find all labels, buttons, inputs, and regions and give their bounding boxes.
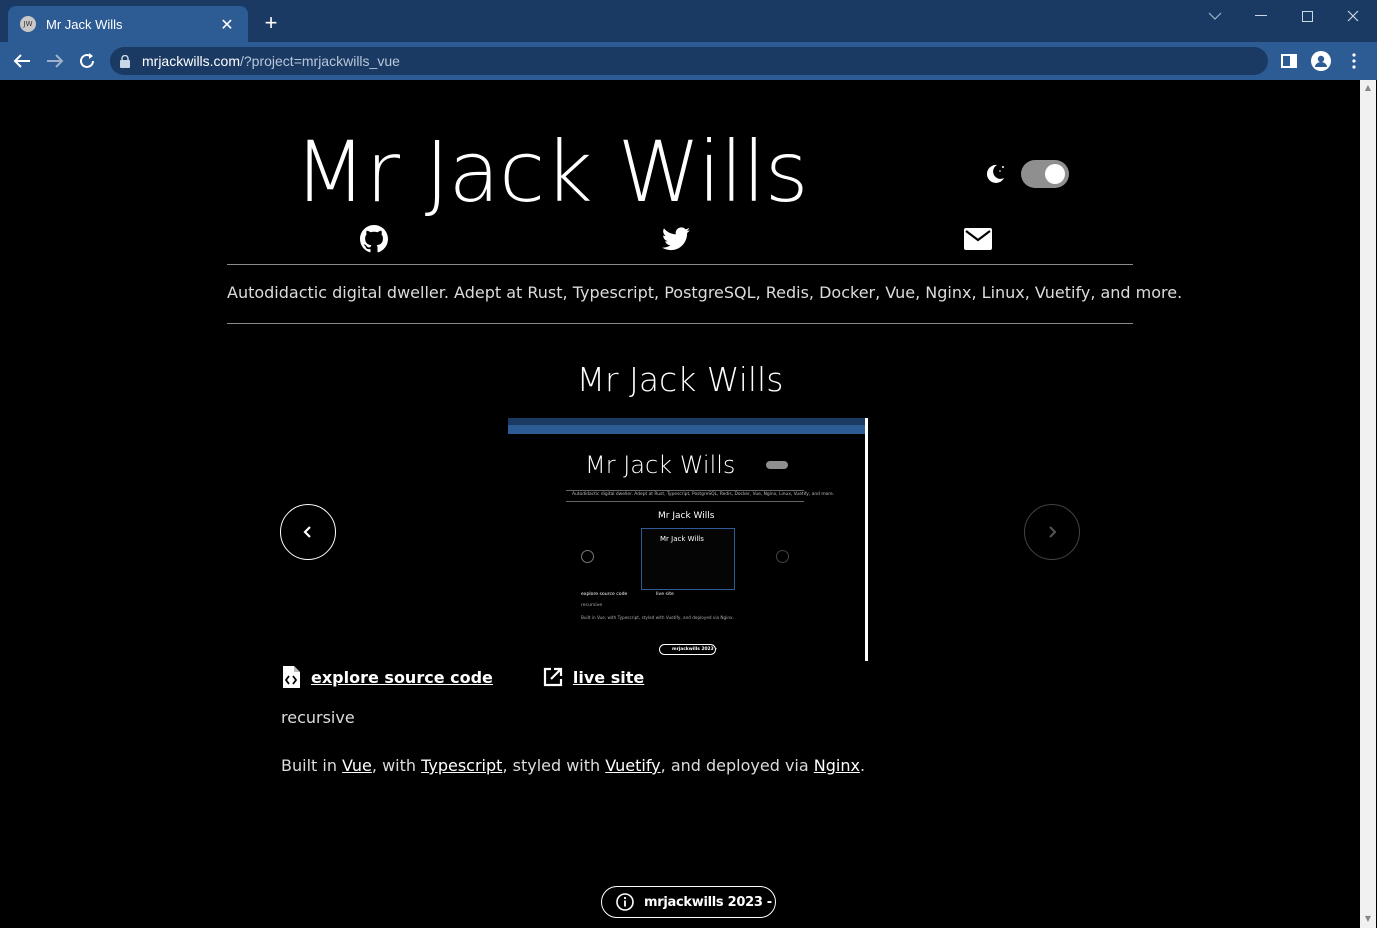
- built-suffix: .: [859, 756, 866, 775]
- maximize-icon[interactable]: [1292, 6, 1322, 26]
- forward-icon[interactable]: [43, 49, 67, 73]
- tech-typescript-link[interactable]: Typescript: [421, 756, 502, 775]
- divider-bottom: [227, 323, 1133, 324]
- screenshot-toggle: [766, 461, 788, 469]
- project-description: recursive: [281, 708, 355, 727]
- screenshot-rule-top: [566, 490, 804, 491]
- tech-nginx-link[interactable]: Nginx: [814, 756, 860, 775]
- page-scrollbar[interactable]: ▲ ▼: [1360, 80, 1376, 928]
- screenshot-tagline: Autodidactic digital dweller. Adept at R…: [572, 492, 835, 497]
- tab-search-icon[interactable]: [1200, 6, 1230, 26]
- scroll-down-icon[interactable]: ▼: [1364, 915, 1372, 923]
- screenshot-tabstrip: [508, 418, 865, 425]
- footer-text: mrjackwills 2023 -: [644, 894, 772, 910]
- scroll-up-icon[interactable]: ▲: [1364, 84, 1372, 92]
- external-link-icon: [543, 667, 563, 687]
- close-window-icon[interactable]: [1338, 6, 1368, 26]
- tech-vuetify-link[interactable]: Vuetify: [605, 756, 660, 775]
- project-links: explore source code live site: [281, 666, 644, 688]
- tab-title: Mr Jack Wills: [46, 16, 123, 32]
- screenshot-project-title: Mr Jack Wills: [658, 511, 715, 521]
- built-sep-2: , styled with: [502, 756, 606, 775]
- screenshot-title: Mr Jack Wills: [585, 451, 736, 479]
- menu-icon[interactable]: [1342, 49, 1366, 73]
- switch-knob: [1045, 164, 1065, 184]
- screenshot-inner-shot: Mr Jack Wills: [641, 528, 735, 590]
- github-icon[interactable]: [360, 225, 388, 253]
- built-sep-3: , and deployed via: [660, 756, 814, 775]
- theme-switch[interactable]: [1021, 160, 1069, 188]
- screenshot-inner-title: Mr Jack Wills: [660, 535, 704, 543]
- email-icon[interactable]: [964, 225, 992, 253]
- screenshot-source-link: explore source code: [581, 592, 628, 597]
- tab-close-icon[interactable]: ✕: [218, 15, 236, 34]
- screenshot-next-circle: [776, 550, 789, 563]
- favicon-icon: JW: [20, 16, 36, 32]
- browser-tab[interactable]: JW Mr Jack Wills ✕: [8, 6, 248, 42]
- screenshot-prev-circle: [581, 550, 594, 563]
- url-host: mrjackwills.com: [142, 53, 240, 69]
- built-prefix: Built in: [281, 756, 343, 775]
- minimize-icon[interactable]: [1246, 6, 1276, 26]
- screenshot-live-link: live site: [656, 592, 674, 597]
- reload-icon[interactable]: [75, 49, 99, 73]
- screenshot-toolbar: [508, 425, 865, 434]
- chevron-left-icon: [303, 526, 311, 538]
- profile-icon[interactable]: [1309, 49, 1333, 73]
- browser-chrome: JW Mr Jack Wills ✕ + mrjackwills.com /?p…: [0, 0, 1377, 80]
- twitter-icon[interactable]: [662, 225, 690, 253]
- url-path: /?project=mrjackwills_vue: [240, 53, 400, 69]
- site-title: Mr Jack Wills: [294, 123, 808, 221]
- tagline: Autodidactic digital dweller. Adept at R…: [227, 283, 1183, 302]
- explore-source-link[interactable]: explore source code: [281, 666, 493, 688]
- project-screenshot[interactable]: Mr Jack Wills Autodidactic digital dwell…: [508, 418, 868, 661]
- page-content: Mr Jack Wills Autodidactic digital dwell…: [1, 80, 1360, 927]
- screenshot-footer-pill: mrjackwills 2023 -: [659, 644, 718, 655]
- chevron-right-icon: [1049, 526, 1057, 538]
- lock-icon: [120, 54, 130, 68]
- built-with-line: Built in Vue, with Typescript, styled wi…: [281, 756, 865, 775]
- back-icon[interactable]: [10, 49, 34, 73]
- screenshot-footer-text: mrjackwills 2023 -: [672, 647, 718, 652]
- live-site-label: live site: [572, 667, 645, 687]
- tab-strip: JW Mr Jack Wills ✕ +: [0, 0, 1377, 42]
- source-code-icon: [283, 666, 300, 688]
- tech-vue-link[interactable]: Vue: [342, 756, 372, 775]
- built-sep-1: , with: [371, 756, 422, 775]
- footer-info-button[interactable]: mrjackwills 2023 -: [601, 886, 776, 918]
- screenshot-built: Built in Vue, with Typescript, styled wi…: [581, 615, 734, 620]
- carousel-prev-button[interactable]: [280, 504, 336, 560]
- explore-source-label: explore source code: [311, 667, 493, 687]
- browser-toolbar: mrjackwills.com/?project=mrjackwills_vue: [0, 42, 1377, 80]
- side-panel-icon[interactable]: [1277, 49, 1301, 73]
- moon-icon: [983, 162, 1007, 186]
- carousel-next-button[interactable]: [1024, 504, 1080, 560]
- project-title: Mr Jack Wills: [576, 360, 784, 399]
- new-tab-button[interactable]: +: [260, 12, 282, 34]
- screenshot-description: recursive: [581, 603, 603, 608]
- address-bar[interactable]: mrjackwills.com/?project=mrjackwills_vue: [110, 47, 1268, 75]
- info-icon: [616, 893, 634, 911]
- screenshot-rule-bottom: [566, 501, 804, 502]
- theme-toggle[interactable]: [983, 160, 1069, 188]
- live-site-link[interactable]: live site: [543, 667, 644, 687]
- divider-top: [227, 264, 1133, 265]
